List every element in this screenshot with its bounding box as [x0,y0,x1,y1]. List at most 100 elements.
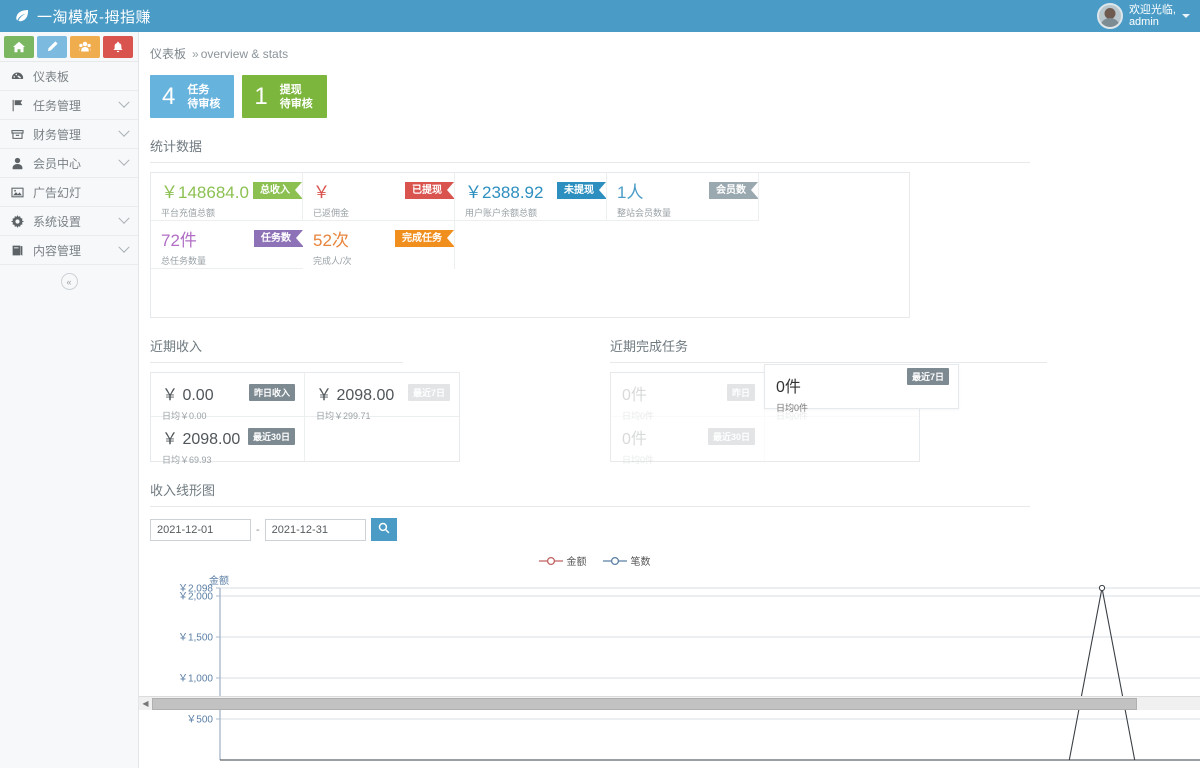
svg-text:￥2,000: ￥2,000 [178,592,213,603]
status-badge: 昨日收入 [249,384,295,401]
sidebar-menu: 仪表板 任务管理 财务管理 会员中心 广告幻灯 [0,61,138,265]
main-content: 仪表板»overview & stats 4 任务 待审核 1 提现 待审核 统… [139,32,1200,768]
sidebar-item-label: 广告幻灯 [33,184,128,201]
chevron-down-icon [118,97,129,108]
legend-item-count[interactable]: 笔数 [603,553,651,568]
stat-sublabel: 总任务数量 [161,254,303,267]
sidebar-item-label: 任务管理 [33,97,112,114]
status-badge: 最近7日 [408,384,450,401]
date-to-input[interactable] [265,519,366,541]
income-card-last7: ￥ 2098.00 日均￥299.71 最近7日 [305,373,459,417]
stat-card-completed-tasks: 52次 完成人/次 完成任务 [303,221,455,269]
stat-card-not-withdrawn: ￥2388.92 用户账户余额总额 未提现 [455,173,607,221]
income-chart-section: 收入线形图 - 金额 [139,480,1200,768]
svg-text:￥1,000: ￥1,000 [178,674,213,685]
sidebar-item-task-management[interactable]: 任务管理 [0,91,138,120]
stat-card-tasks: 72件 总任务数量 任务数 [151,221,303,269]
scroll-left-arrow[interactable]: ◀ [139,699,152,708]
task-overlay-sublabel: 日均0件 [776,401,958,414]
pencil-icon [46,41,58,53]
status-badge: 最近7日 [907,368,949,385]
status-badge: 未提现 [557,182,606,199]
legend-marker-amount [539,556,563,566]
stats-heading: 统计数据 [150,136,1030,163]
chevron-down-icon[interactable] [1182,14,1190,18]
income-line-chart: 金额 ￥2,098￥2,000￥1,500￥1,000￥500 [139,574,1200,768]
welcome-text: 欢迎光临, admin [1129,4,1176,28]
image-icon [11,186,25,199]
sidebar-item-label: 系统设置 [33,213,112,230]
pending-title: 提现 [280,83,313,97]
sidebar-item-finance-management[interactable]: 财务管理 [0,120,138,149]
stat-sublabel: 平台充值总额 [161,206,302,219]
pending-tile-withdrawals[interactable]: 1 提现 待审核 [242,75,326,118]
date-range-filter: - [150,518,1200,541]
bell-icon [112,41,124,53]
stat-card-members: 1人 整站会员数量 会员数 [607,173,759,221]
task-sublabel: 日均0件 [622,453,764,466]
sidebar-item-label: 内容管理 [33,242,112,259]
leaf-icon [14,8,30,24]
recent-income-panel: 近期收入 ￥ 0.00 日均￥0.00 昨日收入 ￥ 2098.00 日均￥29… [139,318,599,462]
stat-card-withdrawn: ￥ 已返佣金 已提现 [303,173,455,221]
sidebar-item-ad-slider[interactable]: 广告幻灯 [0,178,138,207]
horizontal-scrollbar[interactable]: ◀ [139,696,1200,710]
pending-tile-tasks[interactable]: 4 任务 待审核 [150,75,234,118]
pending-text: 提现 待审核 [280,83,313,111]
quick-edit-button[interactable] [37,36,67,58]
recent-income-heading: 近期收入 [150,336,403,363]
gear-icon [11,215,25,228]
legend-marker-count [603,556,627,566]
legend-item-amount[interactable]: 金额 [539,553,587,568]
sidebar: 仪表板 任务管理 财务管理 会员中心 广告幻灯 [0,32,139,768]
quick-users-button[interactable] [70,36,100,58]
book-icon [11,244,25,257]
sidebar-item-content-management[interactable]: 内容管理 [0,236,138,265]
stat-sublabel: 完成人/次 [313,254,454,267]
recent-income-grid: ￥ 0.00 日均￥0.00 昨日收入 ￥ 2098.00 日均￥299.71 … [150,372,460,462]
welcome-line-2: admin [1129,16,1176,28]
recent-tasks-panel: 近期完成任务 0件 日均0件 昨日 0件 日均0件 最近7日 0件 日均0件 [599,318,1059,462]
task-card-last30: 0件 日均0件 最近30日 [611,417,765,461]
status-badge: 任务数 [254,230,303,247]
sidebar-item-label: 会员中心 [33,155,112,172]
stat-sublabel: 整站会员数量 [617,206,758,219]
brand-title: 一淘模板-拇指赚 [37,6,151,27]
recent-tasks-heading: 近期完成任务 [610,336,1047,363]
breadcrumb-root[interactable]: 仪表板 [150,47,186,61]
welcome-line-1: 欢迎光临, [1129,4,1176,16]
sidebar-item-system-settings[interactable]: 系统设置 [0,207,138,236]
scrollbar-thumb[interactable] [152,698,1137,710]
quick-notifications-button[interactable] [103,36,133,58]
avatar [1097,3,1123,29]
chevron-down-icon [118,242,129,253]
status-badge: 总收入 [253,182,302,199]
dashboard-page: 一淘模板-拇指赚 欢迎光临, admin [0,0,1200,768]
sidebar-collapse-button[interactable]: « [61,273,78,290]
pending-subtitle: 待审核 [187,97,220,111]
breadcrumb: 仪表板»overview & stats [139,32,1200,62]
status-badge: 最近30日 [708,428,755,445]
income-card-last30: ￥ 2098.00 日均￥69.93 最近30日 [151,417,305,461]
chart-canvas: 金额 ￥2,098￥2,000￥1,500￥1,000￥500 [139,574,1200,768]
sidebar-item-member-center[interactable]: 会员中心 [0,149,138,178]
top-bar: 一淘模板-拇指赚 欢迎光临, admin [0,0,1200,32]
pending-tiles: 4 任务 待审核 1 提现 待审核 [139,62,1200,118]
search-button[interactable] [371,518,397,541]
sidebar-item-dashboard[interactable]: 仪表板 [0,62,138,91]
archive-icon [11,128,25,141]
home-icon [13,41,25,53]
income-sublabel: 日均￥299.71 [316,409,459,422]
chart-heading: 收入线形图 [150,480,1030,507]
pending-count: 1 [254,85,267,109]
brand[interactable]: 一淘模板-拇指赚 [0,6,151,27]
stats-grid: ￥148684.0 平台充值总额 总收入 ￥ 已返佣金 已提现 ￥2388.92… [150,172,910,318]
user-menu[interactable]: 欢迎光临, admin [1097,0,1200,32]
legend-label: 笔数 [631,553,651,568]
income-card-yesterday: ￥ 0.00 日均￥0.00 昨日收入 [151,373,305,417]
pending-subtitle: 待审核 [280,97,313,111]
date-from-input[interactable] [150,519,251,541]
quick-home-button[interactable] [4,36,34,58]
sidebar-collapse-wrap: « [0,265,138,290]
quick-action-bar [0,32,138,61]
